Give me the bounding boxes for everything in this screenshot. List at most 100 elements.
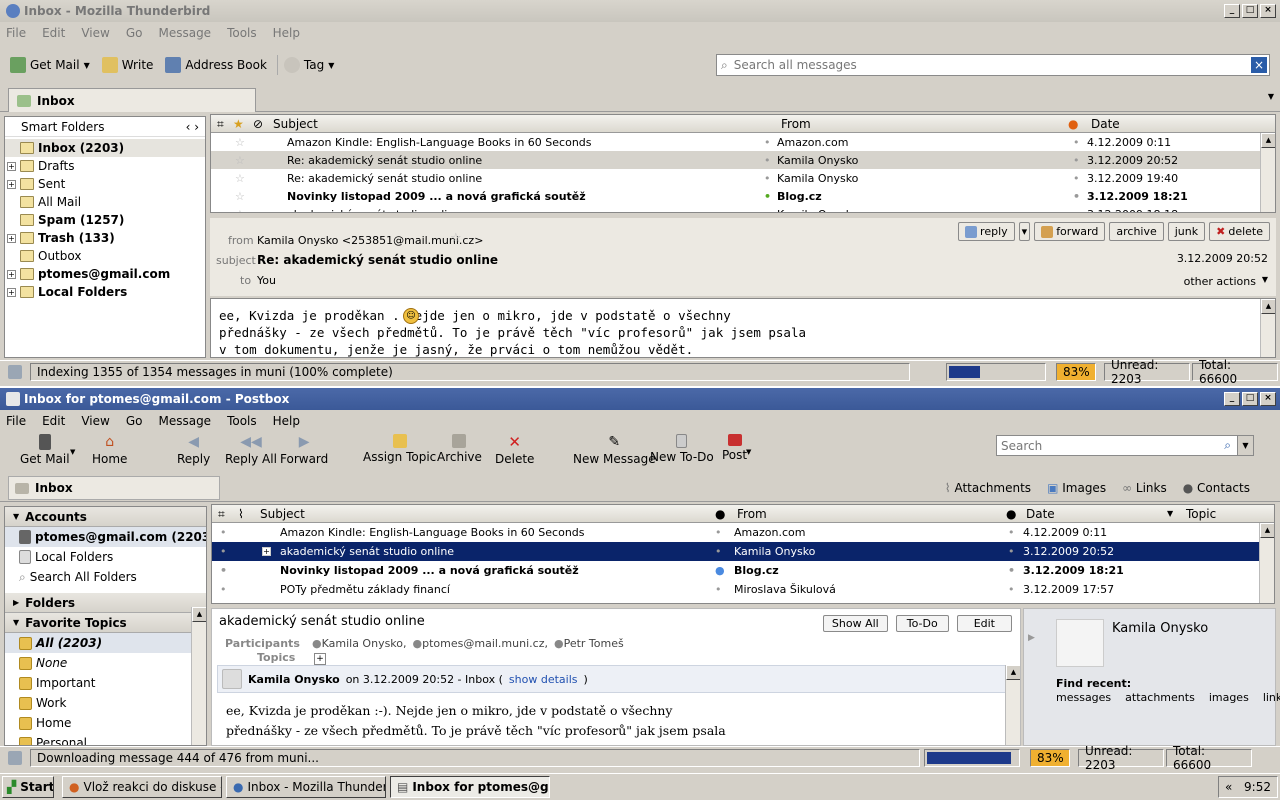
taskbar-item-postbox[interactable]: ▤ Inbox for ptomes@g...	[390, 776, 550, 798]
junk-status-icon[interactable]: •	[1073, 154, 1080, 167]
menu-go[interactable]: Go	[126, 414, 143, 428]
read-status-icon[interactable]: •	[715, 545, 722, 558]
find-attachments-link[interactable]: attachments	[1125, 691, 1195, 704]
show-all-button[interactable]: Show All	[822, 615, 888, 632]
maximize-button[interactable]: □	[1242, 4, 1258, 18]
thunderbird-search-input[interactable]: ⌕ Search all messages ×	[716, 54, 1270, 76]
find-messages-link[interactable]: messages	[1056, 691, 1111, 704]
expand-toggle-icon[interactable]: +	[7, 269, 16, 279]
archive-button[interactable]: Archive	[437, 434, 482, 464]
topic-column-header[interactable]: Topic	[1186, 507, 1216, 521]
date-column-header[interactable]: Date	[1026, 507, 1055, 521]
close-button[interactable]: ×	[1260, 392, 1276, 406]
delete-button[interactable]: ✕ Delete	[495, 434, 534, 466]
menu-message[interactable]: Message	[158, 26, 211, 40]
star-icon[interactable]: ☆	[450, 231, 462, 246]
minimize-button[interactable]: _	[1224, 4, 1240, 18]
images-filter[interactable]: ▣ Images	[1047, 481, 1106, 495]
junk-button[interactable]: junk	[1167, 222, 1206, 241]
read-status-icon[interactable]: •	[764, 154, 771, 167]
folders-section-header[interactable]: ▶ Folders	[5, 593, 206, 613]
favorite-topics-section-header[interactable]: ▼ Favorite Topics	[5, 613, 206, 633]
find-images-link[interactable]: images	[1209, 691, 1249, 704]
read-status-icon[interactable]: •	[764, 136, 771, 149]
folder-item[interactable]: All Mail	[5, 193, 205, 211]
read-status-icon[interactable]: •	[715, 583, 722, 596]
postbox-titlebar[interactable]: Inbox for ptomes@gmail.com - Postbox _ □ ×	[0, 388, 1280, 410]
topic-item[interactable]: Important	[5, 673, 206, 693]
message-row[interactable]: ☆ Amazon Kindle: English-Language Books i…	[211, 133, 1275, 151]
reply-button[interactable]: reply	[958, 222, 1015, 241]
add-topic-icon[interactable]: +	[314, 653, 326, 665]
junk-status-icon[interactable]: •	[1073, 136, 1080, 149]
topic-item[interactable]: All (2203)	[5, 633, 206, 653]
participant[interactable]: ●Petr Tomeš	[554, 637, 624, 650]
show-details-link[interactable]: show details	[509, 673, 578, 686]
other-actions-icon[interactable]: ▼	[1262, 275, 1268, 284]
menu-help[interactable]: Help	[273, 414, 300, 428]
message-row[interactable]: ☆ Re: akademický senát studio online • Kami…	[211, 151, 1275, 169]
write-button[interactable]: Write	[96, 55, 160, 75]
edit-button[interactable]: Edit	[956, 615, 1012, 632]
taskbar-item-thunderbird[interactable]: ●Inbox - Mozilla Thunderbird	[226, 776, 386, 798]
attachments-filter[interactable]: ⌇ Attachments	[945, 481, 1031, 495]
message-row[interactable]: • Novinky listopad 2009 ... a nová grafic…	[212, 561, 1274, 580]
get-mail-button[interactable]: Get Mail	[20, 434, 70, 466]
home-button[interactable]: ⌂ Home	[92, 434, 127, 466]
message-sender[interactable]: Kamila Onysko	[248, 673, 340, 686]
message-row[interactable]: ☆ Re: akademický senát studio online • Kami…	[211, 169, 1275, 187]
post-dropdown-icon[interactable]: ▼	[746, 448, 751, 456]
menu-go[interactable]: Go	[126, 26, 143, 40]
conversation-scrollbar[interactable]: ▲	[1005, 665, 1020, 745]
collapse-contact-icon[interactable]: ▶	[1028, 633, 1035, 643]
message-header-strip[interactable]: Kamila Onysko on 3.12.2009 20:52 - Inbox…	[217, 665, 1020, 693]
to-value[interactable]: You	[257, 274, 276, 287]
read-status-icon[interactable]: ●	[715, 564, 725, 577]
junk-status-icon[interactable]: •	[1008, 545, 1015, 558]
todo-button[interactable]: To-Do	[895, 615, 949, 632]
address-book-button[interactable]: Address Book	[159, 55, 272, 75]
junk-column-icon[interactable]: ●	[1068, 117, 1078, 131]
tab-inbox[interactable]: Inbox	[8, 476, 220, 500]
star-icon[interactable]: ☆	[235, 190, 245, 203]
folder-item[interactable]: + Drafts	[5, 157, 205, 175]
menu-help[interactable]: Help	[273, 26, 300, 40]
links-filter[interactable]: ∞ Links	[1122, 481, 1167, 495]
topic-item[interactable]: Work	[5, 693, 206, 713]
tag-button[interactable]: Tag ▼	[276, 55, 340, 75]
body-scrollbar[interactable]: ▲	[1260, 299, 1275, 357]
from-column-header[interactable]: From	[781, 117, 811, 131]
postbox-search-input[interactable]: Search ⌕ ▼	[996, 435, 1254, 456]
star-icon[interactable]: ☆	[235, 136, 245, 149]
get-mail-button[interactable]: Get Mail ▼	[4, 55, 96, 75]
menu-tools[interactable]: Tools	[227, 26, 257, 40]
accounts-section-header[interactable]: ▼ Accounts	[5, 507, 206, 527]
message-row[interactable]: • POTy předmětu základy financí • Miroslava…	[212, 580, 1274, 599]
star-icon[interactable]: ☆	[235, 208, 245, 212]
sidebar-scrollbar[interactable]: ▲	[191, 607, 206, 745]
online-icon[interactable]	[8, 750, 22, 765]
reply-dropdown[interactable]: ▾	[1018, 222, 1031, 241]
subject-column-header[interactable]: Subject	[273, 117, 318, 131]
junk-status-icon[interactable]: •	[1008, 526, 1015, 539]
assign-topic-button[interactable]: Assign Topic	[363, 434, 436, 464]
thunderbird-titlebar[interactable]: Inbox - Mozilla Thunderbird _ □ ×	[0, 0, 1280, 22]
junk-column-icon[interactable]: ●	[1006, 507, 1016, 521]
subject-column-header[interactable]: Subject	[260, 507, 305, 521]
menu-view[interactable]: View	[81, 26, 109, 40]
minimize-button[interactable]: _	[1224, 392, 1240, 406]
menu-message[interactable]: Message	[158, 414, 211, 428]
participant[interactable]: ●Kamila Onysko,	[312, 637, 407, 650]
folder-item[interactable]: + Local Folders	[5, 283, 205, 301]
post-button[interactable]: Post	[722, 434, 747, 462]
junk-status-icon[interactable]: •	[1008, 564, 1015, 577]
read-status-icon[interactable]: •	[715, 526, 722, 539]
thread-column-icon[interactable]: ⌗	[217, 117, 224, 132]
thread-scrollbar[interactable]: ▲	[1259, 523, 1274, 603]
menu-tools[interactable]: Tools	[227, 414, 257, 428]
read-status-icon[interactable]: •	[764, 172, 771, 185]
search-icon[interactable]: ⌕	[1224, 438, 1231, 453]
tab-inbox[interactable]: Inbox	[8, 88, 256, 112]
local-folders-item[interactable]: Local Folders	[5, 547, 206, 567]
star-icon[interactable]: ☆	[235, 172, 245, 185]
